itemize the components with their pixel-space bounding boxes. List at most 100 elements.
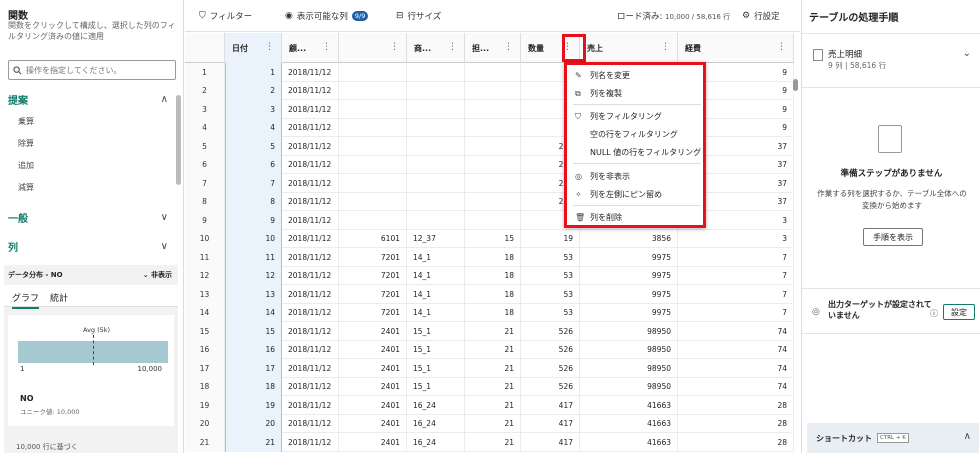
table-cell[interactable] — [407, 137, 465, 156]
table-cell[interactable]: 2018/11/12 — [282, 340, 339, 359]
table-cell[interactable]: 15 — [225, 322, 282, 341]
table-cell[interactable] — [339, 63, 407, 82]
table-cell[interactable]: 18 — [465, 248, 521, 267]
table-cell[interactable] — [407, 63, 465, 82]
table-cell[interactable] — [339, 211, 407, 230]
table-cell[interactable]: 2018/11/12 — [282, 118, 339, 137]
column-header[interactable]: 商... ⋮ — [407, 33, 465, 63]
menu-filter-column[interactable]: ⛉ 列をフィルタリング — [575, 111, 662, 122]
table-cell[interactable]: 2401 — [339, 396, 407, 415]
table-cell[interactable]: 526 — [521, 377, 580, 396]
table-cell[interactable]: 2018/11/12 — [282, 359, 339, 378]
table-cell[interactable]: 7201 — [339, 303, 407, 322]
table-cell[interactable] — [465, 137, 521, 156]
table-cell[interactable]: 14 — [225, 303, 282, 322]
table-cell[interactable]: 2018/11/12 — [282, 377, 339, 396]
table-cell[interactable]: 16_24 — [407, 433, 465, 452]
table-cell[interactable]: 18 — [465, 285, 521, 304]
table-cell[interactable]: 9975 — [580, 303, 678, 322]
table-cell[interactable]: 2018/11/12 — [282, 63, 339, 82]
table-cell[interactable] — [407, 174, 465, 193]
table-cell[interactable]: 41663 — [580, 396, 678, 415]
table-cell[interactable]: 1 — [225, 63, 282, 82]
scrollbar[interactable] — [176, 95, 181, 185]
table-cell[interactable]: 14_1 — [407, 266, 465, 285]
table-row[interactable]: 20 20 2018/11/12 2401 16_24 21 417 41663 28 — [185, 414, 794, 433]
table-cell[interactable]: 2018/11/12 — [282, 396, 339, 415]
table-cell[interactable]: 14_1 — [407, 285, 465, 304]
table-cell[interactable]: 53 — [521, 303, 580, 322]
table-cell[interactable]: 10 — [225, 229, 282, 248]
menu-duplicate-column[interactable]: ⧉ 列を複製 — [575, 88, 622, 99]
table-cell[interactable] — [407, 100, 465, 119]
table-cell[interactable]: 2018/11/12 — [282, 414, 339, 433]
table-cell[interactable]: 98950 — [580, 322, 678, 341]
table-cell[interactable]: 2401 — [339, 377, 407, 396]
table-cell[interactable] — [465, 63, 521, 82]
table-cell[interactable]: 2401 — [339, 322, 407, 341]
table-cell[interactable]: 2401 — [339, 414, 407, 433]
table-cell[interactable]: 3 — [678, 229, 794, 248]
table-cell[interactable]: 7 — [678, 248, 794, 267]
section-general[interactable]: 一般 ∨ — [8, 210, 168, 225]
table-cell[interactable]: 9 — [225, 211, 282, 230]
table-cell[interactable]: 28 — [678, 396, 794, 415]
table-cell[interactable]: 2018/11/12 — [282, 155, 339, 174]
column-header[interactable]: 経費 ⋮ — [678, 33, 794, 63]
table-cell[interactable]: 7201 — [339, 285, 407, 304]
table-cell[interactable]: 2018/11/12 — [282, 174, 339, 193]
table-row[interactable]: 12 12 2018/11/12 7201 14_1 18 53 9975 7 — [185, 266, 794, 285]
table-cell[interactable]: 21 — [465, 433, 521, 452]
table-cell[interactable]: 53 — [521, 248, 580, 267]
table-row[interactable]: 14 14 2018/11/12 7201 14_1 18 53 9975 7 — [185, 303, 794, 322]
section-suggest[interactable]: 提案 ∧ — [8, 92, 168, 107]
info-icon[interactable]: ⓘ — [930, 308, 938, 319]
function-item[interactable]: 乗算 — [18, 116, 34, 127]
tab-stats[interactable]: 統計 — [50, 291, 68, 304]
table-cell[interactable]: 41663 — [580, 414, 678, 433]
function-item[interactable]: 減算 — [18, 182, 34, 193]
table-cell[interactable]: 12 — [225, 266, 282, 285]
table-cell[interactable] — [339, 192, 407, 211]
table-cell[interactable]: 21 — [465, 359, 521, 378]
table-cell[interactable]: 5 — [225, 137, 282, 156]
row-size-button[interactable]: ⊟ 行サイズ — [396, 10, 441, 22]
table-cell[interactable]: 21 — [225, 433, 282, 452]
table-cell[interactable] — [339, 100, 407, 119]
table-row[interactable]: 10 10 2018/11/12 6101 12_37 15 19 3856 3 — [185, 229, 794, 248]
tab-graph[interactable]: グラフ — [12, 291, 40, 309]
column-header[interactable]: 担... ⋮ — [465, 33, 521, 63]
function-item[interactable]: 除算 — [18, 138, 34, 149]
table-cell[interactable]: 7 — [678, 285, 794, 304]
table-cell[interactable]: 7201 — [339, 266, 407, 285]
table-cell[interactable]: 2018/11/12 — [282, 192, 339, 211]
table-cell[interactable] — [339, 137, 407, 156]
search-input[interactable]: 操作を指定してください。 — [8, 60, 176, 80]
table-cell[interactable]: 7 — [678, 266, 794, 285]
table-cell[interactable]: 20 — [225, 414, 282, 433]
table-cell[interactable]: 2018/11/12 — [282, 81, 339, 100]
table-cell[interactable]: 2018/11/12 — [282, 137, 339, 156]
menu-rename-column[interactable]: ✎ 列名を変更 — [575, 70, 630, 81]
table-cell[interactable]: 74 — [678, 322, 794, 341]
table-cell[interactable] — [465, 192, 521, 211]
table-cell[interactable] — [339, 81, 407, 100]
table-cell[interactable]: 53 — [521, 285, 580, 304]
table-cell[interactable]: 2018/11/12 — [282, 229, 339, 248]
table-cell[interactable]: 417 — [521, 396, 580, 415]
menu-delete-column[interactable]: 🗑 列を削除 — [575, 212, 622, 223]
table-cell[interactable]: 98950 — [580, 340, 678, 359]
table-cell[interactable]: 526 — [521, 322, 580, 341]
function-item[interactable]: 追加 — [18, 160, 34, 171]
table-cell[interactable]: 417 — [521, 414, 580, 433]
shortcut-bar[interactable]: ショートカット CTRL + K ∧ — [807, 423, 979, 453]
table-cell[interactable]: 2401 — [339, 359, 407, 378]
menu-pin-left[interactable]: ✧ 列を左側にピン留め — [575, 189, 662, 200]
table-cell[interactable]: 16 — [225, 340, 282, 359]
table-cell[interactable]: 2401 — [339, 433, 407, 452]
vertical-scrollbar[interactable] — [793, 33, 799, 453]
table-row[interactable]: 13 13 2018/11/12 7201 14_1 18 53 9975 7 — [185, 285, 794, 304]
table-cell[interactable]: 526 — [521, 340, 580, 359]
table-cell[interactable]: 18 — [465, 303, 521, 322]
table-cell[interactable]: 15_1 — [407, 340, 465, 359]
